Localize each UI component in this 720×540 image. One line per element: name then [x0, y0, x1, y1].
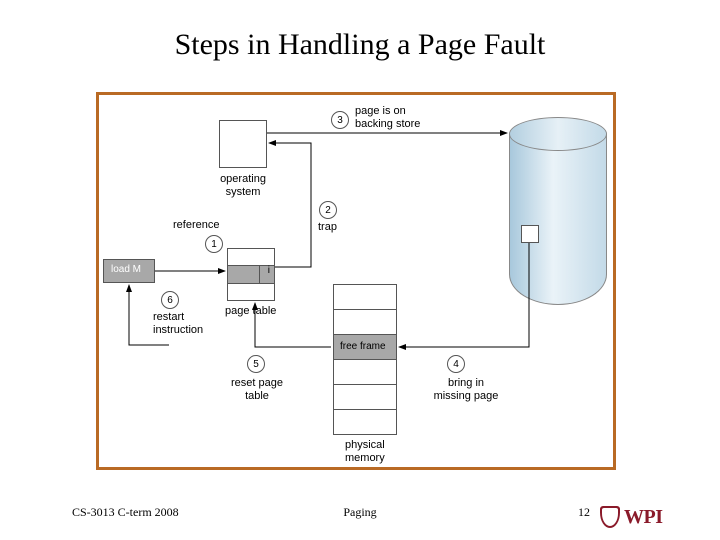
footer-logo: WPI — [600, 504, 680, 530]
wpi-shield-icon — [600, 506, 620, 528]
wpi-wordmark: WPI — [624, 506, 663, 529]
slide-title: Steps in Handling a Page Fault — [0, 28, 720, 62]
diagram-frame: operating system 3 page is on backing st… — [96, 92, 616, 470]
arrows-svg — [99, 95, 619, 473]
footer-page-number: 12 — [578, 505, 590, 520]
page-fault-diagram: operating system 3 page is on backing st… — [99, 95, 613, 467]
